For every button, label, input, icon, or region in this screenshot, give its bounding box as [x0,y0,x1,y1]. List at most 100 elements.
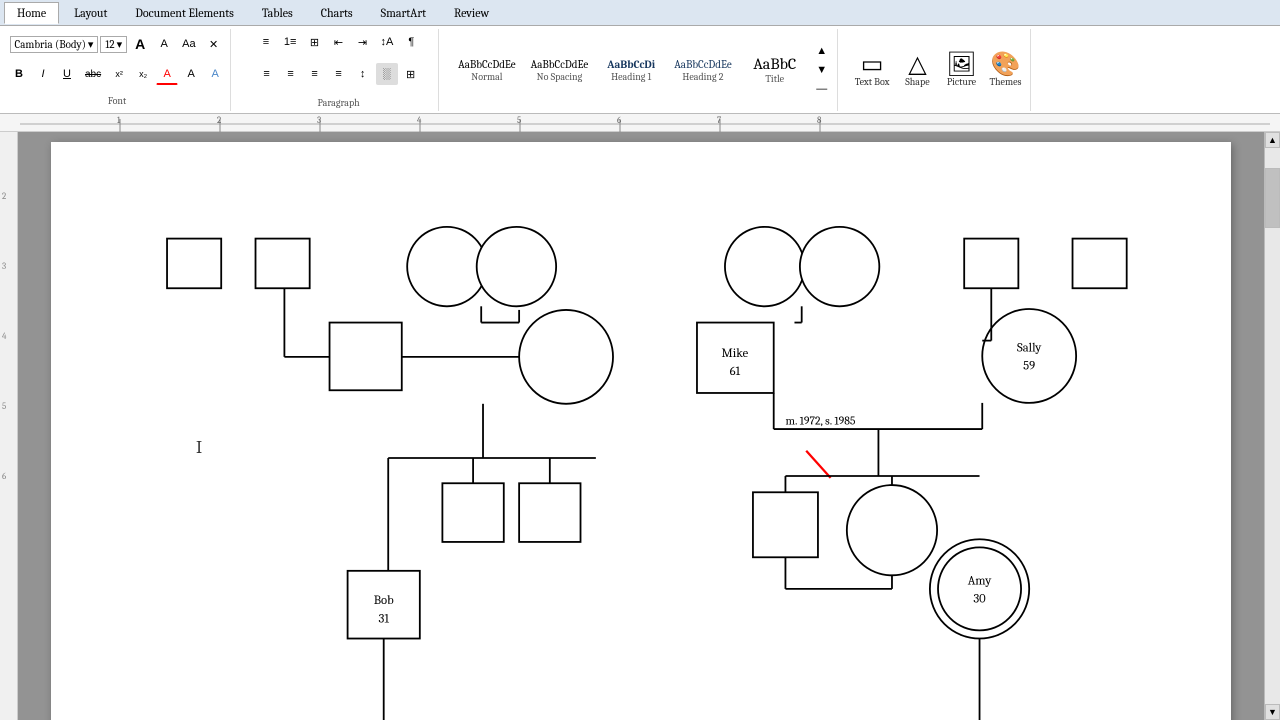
page-num-2: 2 [2,192,6,202]
amy-age: 30 [973,592,986,606]
themes-button[interactable]: 🎨 Themes [984,42,1026,98]
font-color-button[interactable]: A [156,63,178,85]
multilevel-button[interactable]: ⊞ [303,31,325,53]
font-shrink-button[interactable]: A [153,33,175,55]
tab-bar: Home Layout Document Elements Tables Cha… [0,0,1280,26]
doc-area: I [18,132,1264,720]
change-case-button[interactable]: Aa [177,33,200,55]
tab-charts[interactable]: Charts [308,2,366,24]
style-normal[interactable]: AaBbCcDdEe Normal [451,50,523,90]
gen1-ci3 [725,227,804,306]
paragraph-group: ≡ 1≡ ⊞ ⇤ ⇥ ↕A ¶ ≡ ≡ ≡ ≡ ↕ ░ ⊞ Paragraph [239,29,439,111]
styles-more-button[interactable]: ▲ ▼ — [811,40,833,100]
border-button[interactable]: ⊞ [400,63,422,85]
svg-text:8: 8 [817,116,822,126]
svg-text:2: 2 [217,116,221,126]
style-title-name: Title [765,73,784,85]
left-margin: 2 3 4 5 6 [0,132,18,720]
font-size-selector[interactable]: 12 ▾ [100,36,127,53]
show-hide-button[interactable]: ¶ [400,31,422,53]
justify-button[interactable]: ≡ [328,63,350,85]
tab-tables[interactable]: Tables [249,2,306,24]
style-no-spacing[interactable]: AaBbCcDdEe No Spacing [524,50,596,90]
font-group-label: Font [108,95,126,107]
style-title[interactable]: AaBbC Title [740,50,810,90]
bullets-button[interactable]: ≡ [255,31,277,53]
style-heading2-name: Heading 2 [682,71,723,83]
style-heading1-preview: AaBbCcDi [607,58,655,71]
textbox-icon: ▭ [861,52,884,76]
style-heading2-preview: AaBbCcDdEe [674,58,732,71]
shape-label: Shape [905,76,929,88]
picture-icon: 🖼 [946,52,976,76]
bold-button[interactable]: B [8,63,30,85]
font-family-dropdown-icon[interactable]: ▾ [88,38,94,51]
scroll-up-button[interactable]: ▲ [1265,132,1280,148]
page-num-6: 6 [2,472,6,482]
styles-more-icon: — [816,83,827,95]
style-heading1-name: Heading 1 [611,71,651,83]
amy-inner [938,547,1021,630]
style-no-spacing-name: No Spacing [537,71,583,83]
scroll-thumb[interactable] [1265,168,1280,228]
sort-button[interactable]: ↕A [375,31,398,53]
style-heading2[interactable]: AaBbCcDdEe Heading 2 [667,50,739,90]
insert-group: ▭ Text Box △ Shape 🖼 Picture 🎨 Themes [846,29,1032,111]
clear-format-button[interactable]: ✕ [203,33,225,55]
chevron-down-icon: ▼ [816,64,827,76]
font-group: Cambria (Body) ▾ 12 ▾ A A Aa ✕ B I U abc… [4,29,231,111]
svg-text:4: 4 [417,116,422,126]
align-right-button[interactable]: ≡ [304,63,326,85]
underline-button[interactable]: U [56,63,78,85]
gen1-sq4 [1073,239,1127,289]
numbering-button[interactable]: 1≡ [279,31,302,53]
page-num-5: 5 [2,402,6,412]
font-size-label: 12 [105,38,114,51]
doc-page[interactable]: I [51,142,1231,720]
strikethrough-button[interactable]: abc [80,63,106,85]
increase-indent-button[interactable]: ⇥ [351,31,373,53]
decrease-indent-button[interactable]: ⇤ [327,31,349,53]
bob-label: Bob [374,594,394,608]
align-center-button[interactable]: ≡ [280,63,302,85]
tab-document-elements[interactable]: Document Elements [122,2,247,24]
tab-smartart[interactable]: SmartArt [368,2,439,24]
gen1-sq3 [964,239,1018,289]
gen3-sq2 [519,483,580,542]
marriage-label: m. 1972, s. 1985 [785,414,855,428]
style-title-preview: AaBbC [753,55,796,73]
highlight-button[interactable]: A [180,63,202,85]
style-heading1[interactable]: AaBbCcDi Heading 1 [596,50,666,90]
picture-button[interactable]: 🖼 Picture [940,42,982,98]
shape-button[interactable]: △ Shape [896,42,938,98]
tab-home[interactable]: Home [4,2,59,24]
gen3-sq1 [442,483,503,542]
gen2-sally [982,309,1076,403]
superscript-button[interactable]: x² [108,63,130,85]
gen1-sq1 [167,239,221,289]
font-family-label: Cambria (Body) [15,38,86,51]
themes-icon: 🎨 [990,52,1020,76]
line-spacing-button[interactable]: ↕ [352,63,374,85]
gen1-ci1 [407,227,486,306]
align-left-button[interactable]: ≡ [256,63,278,85]
font-family-selector[interactable]: Cambria (Body) ▾ [10,36,99,53]
tab-layout[interactable]: Layout [61,2,120,24]
tab-review[interactable]: Review [441,2,502,24]
chevron-up-icon: ▲ [816,45,827,57]
page-num-3: 3 [2,262,6,272]
shading-button[interactable]: ░ [376,63,398,85]
scroll-down-button[interactable]: ▼ [1265,704,1280,720]
subscript-button[interactable]: x₂ [132,63,154,85]
style-no-spacing-preview: AaBbCcDdEe [531,58,589,71]
svg-text:3: 3 [317,116,321,126]
text-effects-button[interactable]: A [204,63,226,85]
picture-label: Picture [947,76,976,88]
mike-age: 61 [730,365,741,379]
italic-button[interactable]: I [32,63,54,85]
scroll-track[interactable] [1265,148,1280,704]
textbox-button[interactable]: ▭ Text Box [850,42,895,98]
amy-label: Amy [968,574,993,588]
font-size-dropdown-icon[interactable]: ▾ [117,38,123,51]
font-grow-button[interactable]: A [129,33,151,55]
